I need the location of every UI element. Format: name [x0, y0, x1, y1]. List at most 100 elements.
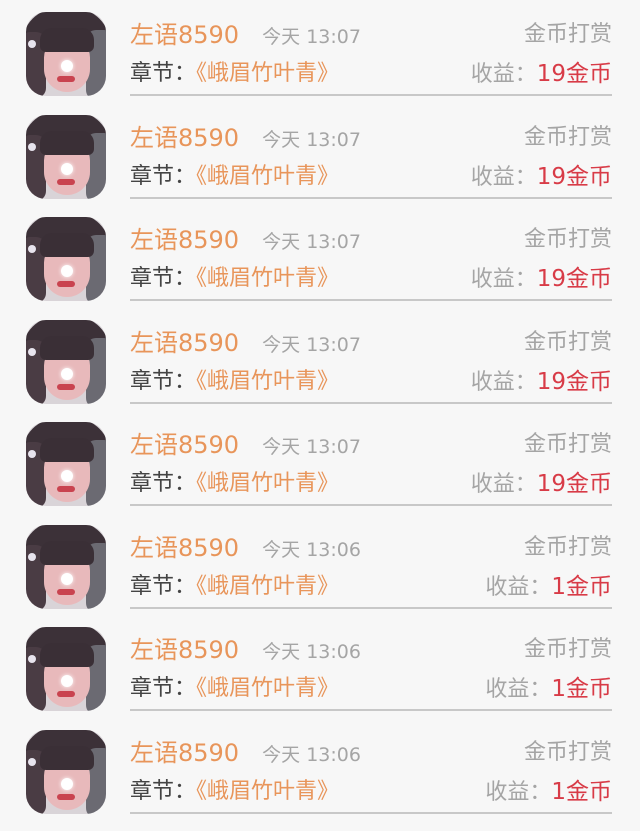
- timestamp: 今天 13:07: [262, 436, 361, 458]
- earnings-value: 19金币: [536, 471, 612, 497]
- chapter-label: 章节：: [130, 163, 197, 189]
- earnings-label: 收益：: [470, 472, 537, 497]
- item-detail: 章节：《峨眉竹叶青》 收益：19金币: [130, 262, 612, 296]
- user-name[interactable]: 左语8590: [130, 124, 239, 152]
- chapter-title[interactable]: 《峨眉竹叶青》: [196, 61, 339, 86]
- list-item[interactable]: 左语8590 今天 13:07 金币打赏 章节：《峨眉竹叶青》 收益：19金币: [0, 308, 640, 411]
- timestamp: 今天 13:07: [262, 26, 361, 48]
- user-name[interactable]: 左语8590: [130, 329, 239, 357]
- chapter-title[interactable]: 《峨眉竹叶青》: [196, 574, 339, 599]
- divider: [130, 401, 612, 404]
- item-detail: 章节：《峨眉竹叶青》 收益：19金币: [130, 160, 612, 194]
- chapter-label: 章节：: [130, 368, 197, 394]
- chapter-label: 章节：: [130, 471, 197, 496]
- user-avatar[interactable]: [26, 114, 106, 199]
- divider: [130, 504, 612, 506]
- reward-type: 金币打赏: [523, 227, 612, 252]
- earnings-value: 1金币: [551, 778, 612, 805]
- chapter-label: 章节：: [130, 778, 197, 804]
- earnings-label: 收益：: [485, 677, 552, 702]
- earnings-label: 收益：: [470, 267, 537, 292]
- reward-list: 左语8590 今天 13:07 金币打赏 章节：《峨眉竹叶青》 收益：19金币 …: [0, 0, 640, 831]
- chapter-label: 章节：: [130, 676, 197, 701]
- user-avatar[interactable]: [26, 729, 106, 814]
- reward-type: 金币打赏: [523, 432, 612, 457]
- earnings: 收益：19金币: [471, 160, 612, 196]
- earnings: 收益：19金币: [471, 57, 612, 93]
- reward-type: 金币打赏: [523, 534, 612, 560]
- divider: [130, 94, 612, 96]
- item-detail: 章节：《峨眉竹叶青》 收益：1金币: [130, 775, 612, 809]
- item-header: 左语8590 今天 13:07 金币打赏: [130, 326, 612, 360]
- earnings: 收益：19金币: [471, 467, 612, 503]
- list-item[interactable]: 左语8590 今天 13:07 金币打赏 章节：《峨眉竹叶青》 收益：19金币: [0, 410, 640, 513]
- list-item[interactable]: 左语8590 今天 13:07 金币打赏 章节：《峨眉竹叶青》 收益：19金币: [0, 205, 640, 308]
- divider: [130, 811, 612, 814]
- user-avatar[interactable]: [26, 627, 106, 711]
- chapter-title[interactable]: 《峨眉竹叶青》: [196, 779, 339, 804]
- divider: [130, 196, 612, 199]
- timestamp: 今天 13:07: [262, 128, 361, 151]
- timestamp: 今天 13:06: [262, 538, 361, 561]
- earnings-value: 19金币: [536, 61, 612, 87]
- item-detail: 章节：《峨眉竹叶青》 收益：19金币: [130, 365, 612, 399]
- list-item[interactable]: 左语8590 今天 13:06 金币打赏 章节：《峨眉竹叶青》 收益：1金币: [0, 615, 640, 718]
- user-avatar[interactable]: [26, 12, 106, 96]
- earnings-value: 19金币: [536, 266, 612, 292]
- item-detail: 章节：《峨眉竹叶青》 收益：1金币: [130, 570, 612, 604]
- earnings: 收益：1金币: [485, 775, 612, 811]
- item-header: 左语8590 今天 13:06 金币打赏: [130, 736, 612, 770]
- chapter-title[interactable]: 《峨眉竹叶青》: [196, 369, 339, 394]
- earnings-label: 收益：: [485, 574, 552, 600]
- earnings: 收益：19金币: [471, 262, 612, 298]
- item-header: 左语8590 今天 13:07 金币打赏: [130, 428, 612, 462]
- timestamp: 今天 13:07: [262, 333, 361, 356]
- list-item[interactable]: 左语8590 今天 13:06 金币打赏 章节：《峨眉竹叶青》 收益：1金币: [0, 718, 640, 821]
- timestamp: 今天 13:06: [262, 641, 361, 663]
- earnings-label: 收益：: [485, 779, 552, 805]
- item-detail: 章节：《峨眉竹叶青》 收益：19金币: [130, 467, 612, 501]
- chapter-label: 章节：: [130, 573, 197, 599]
- user-name[interactable]: 左语8590: [130, 226, 239, 254]
- user-avatar[interactable]: [26, 319, 106, 404]
- timestamp: 今天 13:07: [262, 231, 361, 253]
- chapter-title[interactable]: 《峨眉竹叶青》: [196, 164, 339, 189]
- timestamp: 今天 13:06: [262, 743, 361, 766]
- item-detail: 章节：《峨眉竹叶青》 收益：19金币: [130, 57, 612, 91]
- reward-type: 金币打赏: [523, 329, 612, 355]
- chapter-title[interactable]: 《峨眉竹叶青》: [196, 471, 339, 496]
- item-header: 左语8590 今天 13:07 金币打赏: [130, 18, 612, 52]
- divider: [130, 709, 612, 711]
- chapter-title[interactable]: 《峨眉竹叶青》: [196, 676, 339, 701]
- user-name[interactable]: 左语8590: [130, 739, 239, 767]
- user-avatar[interactable]: [26, 422, 106, 506]
- earnings-label: 收益：: [470, 62, 537, 87]
- list-item[interactable]: 左语8590 今天 13:06 金币打赏 章节：《峨眉竹叶青》 收益：1金币: [0, 513, 640, 616]
- reward-type: 金币打赏: [523, 22, 612, 47]
- chapter-title[interactable]: 《峨眉竹叶青》: [196, 266, 339, 291]
- list-item[interactable]: 左语8590 今天 13:07 金币打赏 章节：《峨眉竹叶青》 收益：19金币: [0, 103, 640, 206]
- earnings-label: 收益：: [470, 164, 537, 190]
- reward-type: 金币打赏: [523, 124, 612, 150]
- item-header: 左语8590 今天 13:07 金币打赏: [130, 223, 612, 257]
- earnings-value: 19金币: [536, 368, 612, 395]
- chapter-label: 章节：: [130, 61, 197, 86]
- user-name[interactable]: 左语8590: [130, 21, 239, 49]
- item-header: 左语8590 今天 13:06 金币打赏: [130, 633, 612, 667]
- earnings-value: 19金币: [536, 163, 612, 190]
- divider: [130, 606, 612, 609]
- earnings-label: 收益：: [470, 369, 537, 395]
- user-name[interactable]: 左语8590: [130, 534, 239, 562]
- earnings: 收益：1金币: [485, 672, 612, 708]
- user-avatar[interactable]: [26, 524, 106, 609]
- user-name[interactable]: 左语8590: [130, 636, 239, 664]
- user-avatar[interactable]: [26, 217, 106, 301]
- earnings-value: 1金币: [551, 573, 612, 600]
- reward-type: 金币打赏: [523, 637, 612, 662]
- item-header: 左语8590 今天 13:06 金币打赏: [130, 531, 612, 565]
- chapter-label: 章节：: [130, 266, 197, 291]
- reward-type: 金币打赏: [523, 739, 612, 765]
- user-name[interactable]: 左语8590: [130, 431, 239, 459]
- list-item[interactable]: 左语8590 今天 13:07 金币打赏 章节：《峨眉竹叶青》 收益：19金币: [0, 0, 640, 103]
- earnings-value: 1金币: [551, 676, 612, 702]
